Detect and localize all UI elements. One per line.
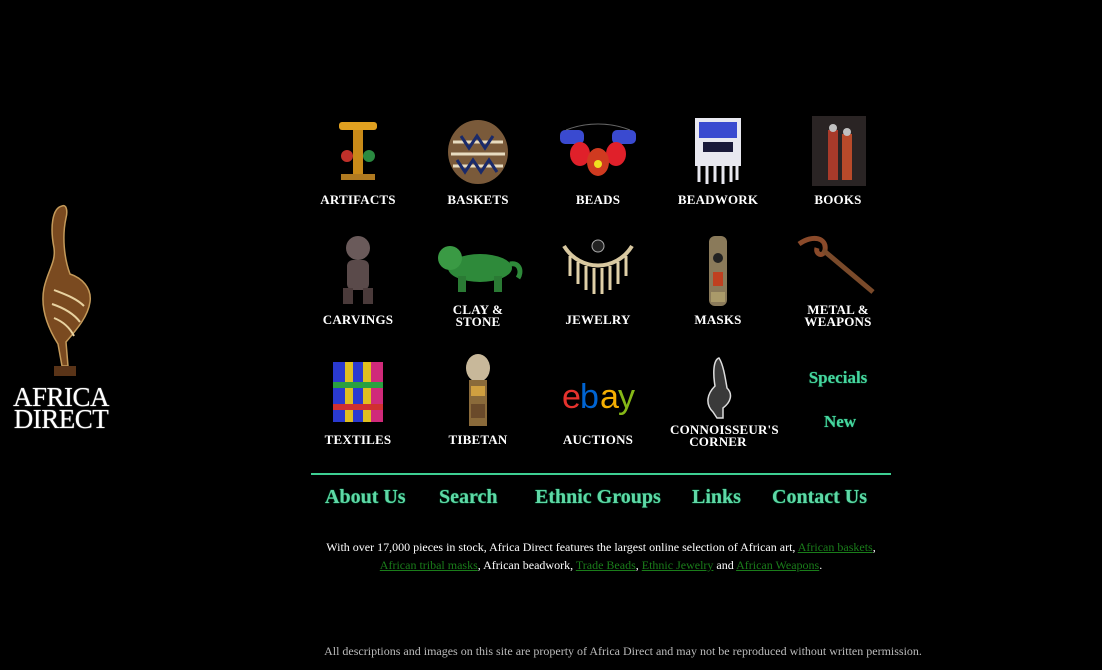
category-artifacts[interactable]: ARTIFACTS [310,112,406,212]
mask-icon [709,236,727,306]
category-label: BOOKS [814,192,862,207]
link-trade-beads[interactable]: Trade Beads [576,558,636,572]
tibetan-relic-icon [466,354,490,426]
category-label: BEADWORK [677,192,759,207]
category-label: MASKS [694,312,742,327]
nav-about-us[interactable]: About Us [325,486,406,509]
category-jewelry[interactable]: JEWELRY [550,232,646,332]
description-text: , [872,540,876,554]
copyright-notice: All descriptions and images on this site… [324,644,922,658]
category-label-line2: CORNER [689,434,747,449]
category-label: BASKETS [447,192,509,207]
ebay-logo-icon: e b a y [562,378,635,416]
category-masks[interactable]: MASKS [670,232,766,332]
green-divider [311,473,891,475]
description-text: . [819,558,823,572]
category-books[interactable]: BOOKS [790,112,886,212]
category-label-line2: WEAPONS [804,314,872,329]
svg-text:y: y [618,378,635,416]
category-connoisseurs-corner[interactable]: CONNOISSEUR'S CORNER [670,352,779,452]
site-description: With over 17,000 pieces in stock, Africa… [320,538,882,574]
antelope-headdress-icon [42,204,91,376]
category-label: JEWELRY [565,312,631,327]
category-metal-weapons[interactable]: METAL & WEAPONS [790,232,886,332]
stone-animal-icon [438,246,523,292]
svg-text:e: e [562,378,581,416]
basket-icon [448,120,508,184]
category-clay-stone[interactable]: CLAY & STONE [430,232,526,332]
category-label-line2: STONE [455,314,501,329]
description-text: and [713,558,737,572]
beadwork-panel-icon [695,118,741,184]
category-label: AUCTIONS [562,432,634,447]
category-textiles[interactable]: TEXTILES [310,352,406,452]
description-text: With over 17,000 pieces in stock, Africa… [326,540,798,554]
kente-cloth-icon [333,362,383,422]
book-cover-icon [812,116,866,186]
specials-new-block: Specials New [790,352,886,452]
africa-direct-logo[interactable]: AFRICA DIRECT [6,198,116,438]
link-african-weapons[interactable]: African Weapons [736,558,819,572]
link-african-tribal-masks[interactable]: African tribal masks [380,558,478,572]
logo-line-direct: DIRECT [13,404,109,434]
artifacts-stool-icon [339,122,377,180]
category-label: CARVINGS [322,312,394,327]
link-ethnic-jewelry[interactable]: Ethnic Jewelry [642,558,714,572]
svg-text:a: a [600,378,619,416]
category-label: BEADS [575,192,621,207]
nav-links[interactable]: Links [692,486,741,509]
category-label: TIBETAN [448,432,508,447]
category-carvings[interactable]: CARVINGS [310,232,406,332]
specials-link[interactable]: Specials [790,368,886,388]
antelope-small-icon [707,357,732,419]
nav-ethnic-groups[interactable]: Ethnic Groups [535,486,661,509]
necklace-icon [562,239,634,294]
carving-figure-icon [343,236,373,304]
link-african-baskets[interactable]: African baskets [798,540,873,554]
category-auctions[interactable]: e b a y AUCTIONS [550,352,646,452]
new-link[interactable]: New [792,412,888,432]
trade-beads-icon [560,123,636,176]
description-text: , African beadwork, [477,558,576,572]
category-label: ARTIFACTS [320,192,396,207]
nav-search[interactable]: Search [439,486,498,509]
category-beadwork[interactable]: BEADWORK [670,112,766,212]
category-tibetan[interactable]: TIBETAN [430,352,526,452]
category-baskets[interactable]: BASKETS [430,112,526,212]
nav-contact-us[interactable]: Contact Us [772,486,867,509]
svg-text:b: b [580,378,599,416]
weapon-icon [797,235,875,294]
category-label: TEXTILES [324,432,392,447]
category-beads[interactable]: BEADS [550,112,646,212]
